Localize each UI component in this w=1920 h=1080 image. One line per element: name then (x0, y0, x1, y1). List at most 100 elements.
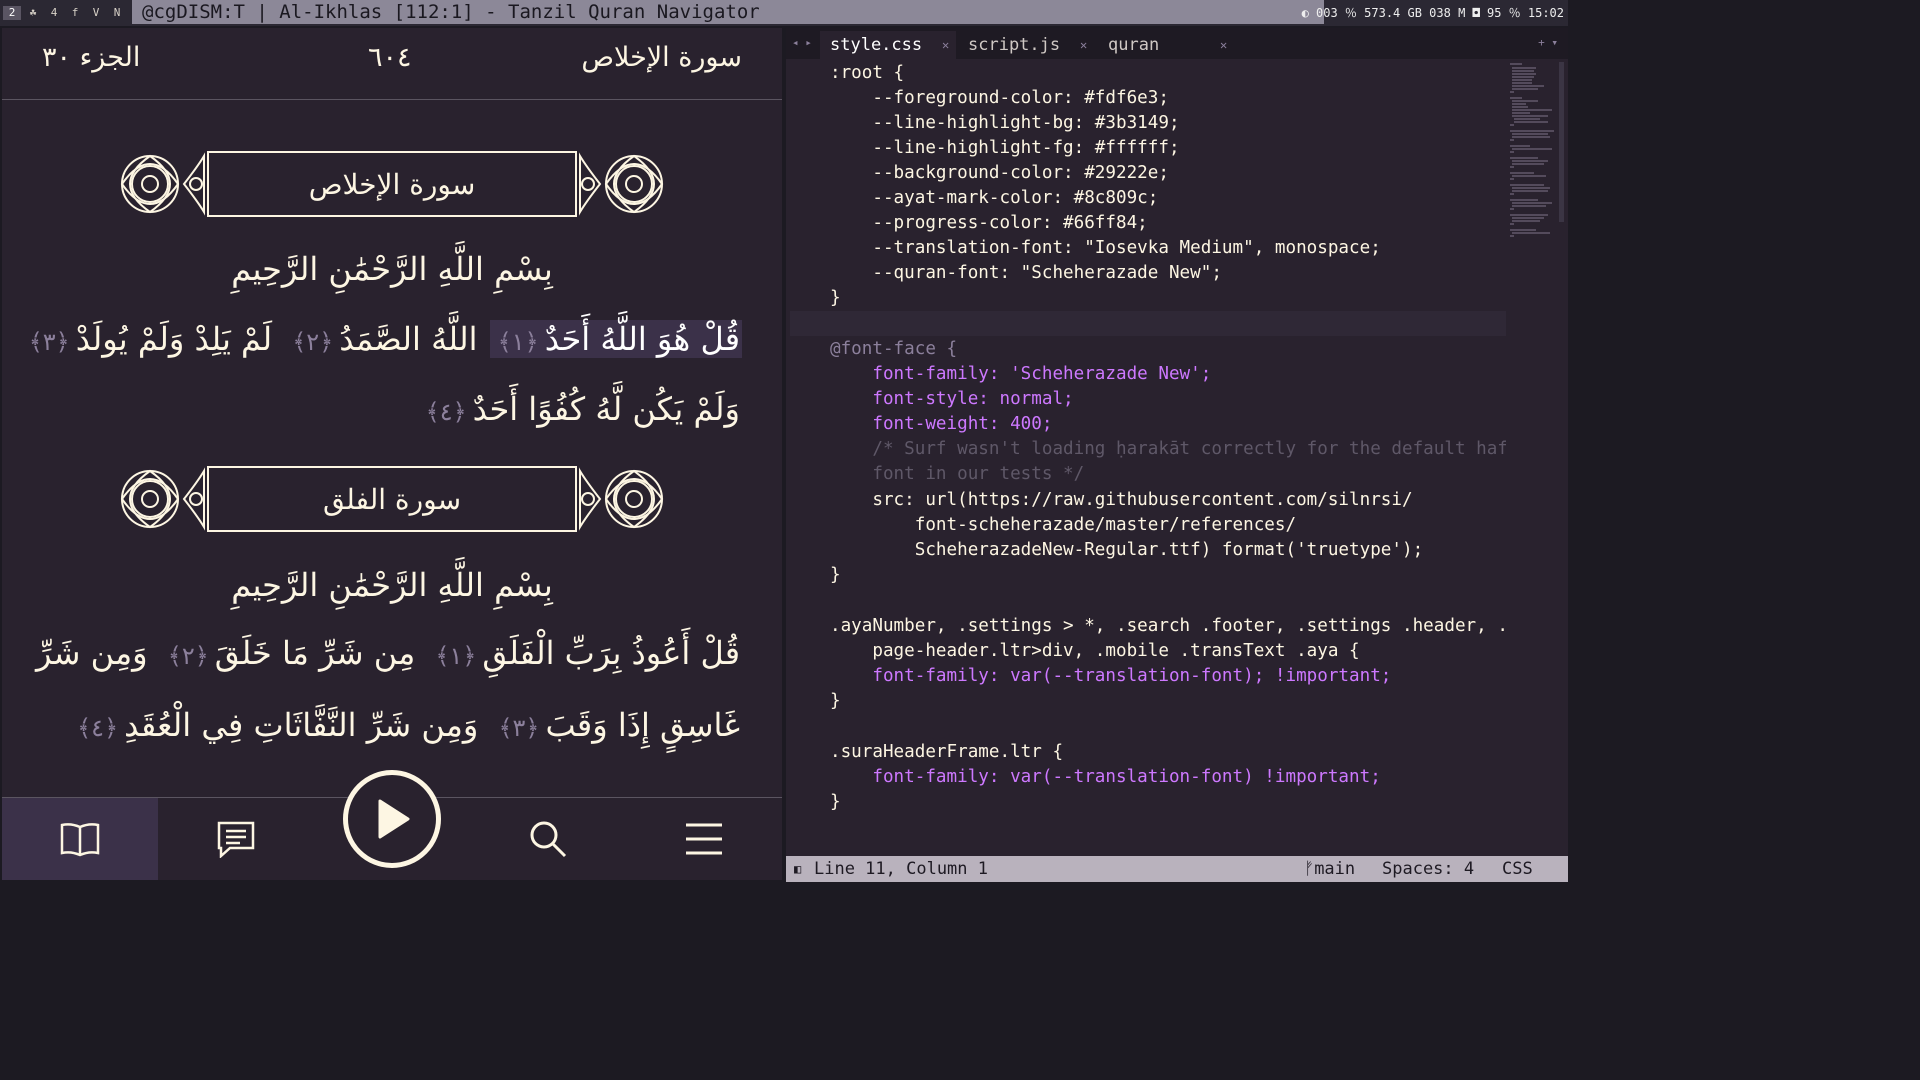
aya-3-start[interactable]: وَمِن شَرِّ (34, 634, 150, 672)
tab-style-css[interactable]: style.css ✕ (820, 31, 956, 59)
code-line: --quran-font: "Scheherazade New"; (830, 263, 1222, 283)
indentation-setting[interactable]: Spaces: 4 (1382, 856, 1474, 882)
code-line: --background-color: #29222e; (830, 163, 1169, 183)
code-editor: ◂ ▸ style.css ✕ script.js ✕ quran ✕ + ▾ … (786, 28, 1568, 882)
close-icon[interactable]: ✕ (1220, 31, 1227, 59)
sura-header-frame: سورة الإخلاص (112, 144, 672, 224)
tab-quran[interactable]: quran ✕ (1098, 31, 1234, 59)
aya-text: قُلْ هُوَ اللَّهُ أَحَدٌ (544, 320, 740, 358)
tab-label: style.css (830, 35, 923, 55)
sura-title: سورة الإخلاص (207, 151, 577, 217)
new-tab-icon[interactable]: + ▾ (1538, 36, 1558, 49)
aya-text: لَمْ يَلِدْ وَلَمْ يُولَدْ (75, 320, 273, 358)
sura-title: سورة الفلق (207, 466, 577, 532)
tab-nav-arrows-icon[interactable]: ◂ ▸ (792, 36, 812, 49)
aya-2[interactable]: اللَّهُ الصَّمَدُ﴿٢﴾ (284, 320, 479, 358)
ornament-left-icon (120, 467, 205, 531)
tab-bar: ◂ ▸ style.css ✕ script.js ✕ quran ✕ + ▾ (786, 28, 1568, 59)
aya-2[interactable]: مِن شَرِّ مَا خَلَقَ﴿٢﴾ (160, 634, 417, 672)
header-juz: الجزء ٣٠ (42, 42, 141, 73)
workspace-6[interactable]: N (108, 6, 126, 20)
menu-icon (686, 823, 722, 855)
search-icon (530, 821, 567, 858)
play-button[interactable] (343, 770, 441, 868)
aya-text: غَاسِقٍ إِذَا وَقَبَ (545, 706, 740, 744)
code-area[interactable]: :root { --foreground-color: #fdf6e3; --l… (786, 59, 1506, 849)
code-line: @font-face { (830, 339, 958, 359)
code-line: page-header.ltr>div, .mobile .transText … (830, 641, 1360, 661)
code-line: --foreground-color: #fdf6e3; (830, 88, 1169, 108)
aya-mark: ﴿٤﴾ (77, 714, 119, 742)
close-icon[interactable]: ✕ (942, 31, 949, 59)
cursor-position[interactable]: Line 11, Column 1 (814, 856, 988, 882)
aya-3[interactable]: لَمْ يَلِدْ وَلَمْ يُولَدْ﴿٣﴾ (21, 320, 274, 358)
aya-line: وَلَمْ يَكُن لَّهُ كُفُوًا أَحَدٌ﴿٤﴾ (42, 390, 742, 428)
nav-translation-button[interactable] (158, 798, 314, 880)
bottom-nav (2, 770, 782, 880)
nav-read-button[interactable] (2, 798, 158, 880)
comment-line: /* Surf wasn't loading ḥarakāt correctly… (830, 439, 1506, 459)
aya-mark: ﴿١﴾ (435, 642, 477, 670)
minimap[interactable] (1508, 62, 1558, 262)
comment-line: font in our tests */ (830, 464, 1085, 484)
ornament-right-icon (579, 467, 664, 531)
current-line (790, 311, 1506, 336)
scrollbar[interactable] (1559, 62, 1564, 222)
system-status: ◐ 003 ％ 573.4 GB 038 M ◘ 95 ％ 15:02 (1301, 6, 1564, 20)
workspace-2[interactable]: ☘ (24, 6, 42, 20)
aya-mark: ﴿٤﴾ (425, 398, 467, 426)
quran-reader: سورة الإخلاص ٦٠٤ الجزء ٣٠ سورة الإخلاص ب… (2, 28, 782, 880)
book-icon (60, 823, 100, 857)
aya-text: وَلَمْ يَكُن لَّهُ كُفُوًا أَحَدٌ (472, 390, 740, 428)
header-page-number: ٦٠٤ (368, 42, 412, 73)
code-line: font-scheherazade/master/references/ (830, 515, 1297, 535)
aya-3[interactable]: غَاسِقٍ إِذَا وَقَبَ﴿٣﴾ (490, 706, 742, 744)
git-branch[interactable]: ᚠmain (1304, 856, 1355, 882)
close-icon[interactable]: ✕ (1080, 31, 1087, 59)
aya-1-highlighted[interactable]: قُلْ هُوَ اللَّهُ أَحَدٌ﴿١﴾ (489, 320, 742, 358)
tab-script-js[interactable]: script.js ✕ (958, 31, 1094, 59)
tab-label: script.js (968, 35, 1061, 55)
basmala: بِسْمِ اللَّهِ الرَّحْمَٰنِ الرَّحِيمِ (231, 566, 553, 604)
aya-4[interactable]: وَلَمْ يَكُن لَّهُ كُفُوًا أَحَدٌ﴿٤﴾ (418, 390, 742, 428)
status-bar: ◧ Line 11, Column 1 ᚠmain Spaces: 4 CSS (786, 856, 1568, 882)
aya-text: قُلْ أَعُوذُ بِرَبِّ الْفَلَقِ (482, 634, 740, 672)
code-line: } (830, 565, 841, 585)
ornament-left-icon (120, 152, 205, 216)
workspace-5[interactable]: V (87, 6, 105, 20)
aya-text: مِن شَرِّ مَا خَلَقَ (214, 634, 416, 672)
code-line: } (830, 288, 841, 308)
syntax-mode[interactable]: CSS (1502, 856, 1533, 882)
window-title: @cgDISM:T | Al-Ikhlas [112:1] - Tanzil Q… (132, 0, 1324, 24)
aya-1[interactable]: قُلْ أَعُوذُ بِرَبِّ الْفَلَقِ﴿١﴾ (427, 634, 742, 672)
code-line: .ayaNumber, .settings > *, .search .foot… (830, 616, 1506, 636)
play-icon (378, 799, 410, 839)
nav-search-button[interactable] (470, 798, 626, 880)
aya-line: قُلْ أَعُوذُ بِرَبِّ الْفَلَقِ﴿١﴾ مِن شَ… (36, 634, 742, 672)
header-surah-name: سورة الإخلاص (581, 42, 742, 73)
aya-mark: ﴿٢﴾ (292, 328, 334, 356)
code-line: --progress-color: #66ff84; (830, 213, 1148, 233)
workspace-1[interactable]: 2 (3, 6, 21, 20)
aya-line: قُلْ هُوَ اللَّهُ أَحَدٌ﴿١﴾ اللَّهُ الصَ… (29, 320, 742, 358)
aya-mark: ﴿٣﴾ (498, 714, 540, 742)
code-line: :root { (830, 63, 905, 83)
nav-menu-button[interactable] (626, 798, 782, 880)
panel-toggle-icon[interactable]: ◧ (794, 856, 801, 882)
code-line: --translation-font: "Iosevka Medium", mo… (830, 238, 1381, 258)
top-bar: 2 ☘ 4 f V N @cgDISM:T | Al-Ikhlas [112:1… (0, 0, 1568, 26)
code-line: --line-highlight-fg: #ffffff; (830, 138, 1180, 158)
comments-icon (217, 821, 255, 858)
code-line: .suraHeaderFrame.ltr { (830, 742, 1064, 762)
code-line: ScheherazadeNew-Regular.ttf) format('tru… (830, 540, 1424, 560)
aya-mark: ﴿٣﴾ (28, 328, 70, 356)
code-line: --line-highlight-bg: #3b3149; (830, 113, 1180, 133)
workspace-3[interactable]: 4 (45, 6, 63, 20)
code-line: --ayat-mark-color: #8c809c; (830, 188, 1159, 208)
aya-mark: ﴿١﴾ (497, 328, 539, 356)
basmala: بِسْمِ اللَّهِ الرَّحْمَٰنِ الرَّحِيمِ (231, 250, 553, 288)
aya-4[interactable]: وَمِن شَرِّ النَّفَّاثَاتِ فِي الْعُقَدِ… (69, 706, 480, 744)
workspace-4[interactable]: f (66, 6, 84, 20)
code-line: } (830, 691, 841, 711)
sura-header-frame: سورة الفلق (112, 459, 672, 539)
